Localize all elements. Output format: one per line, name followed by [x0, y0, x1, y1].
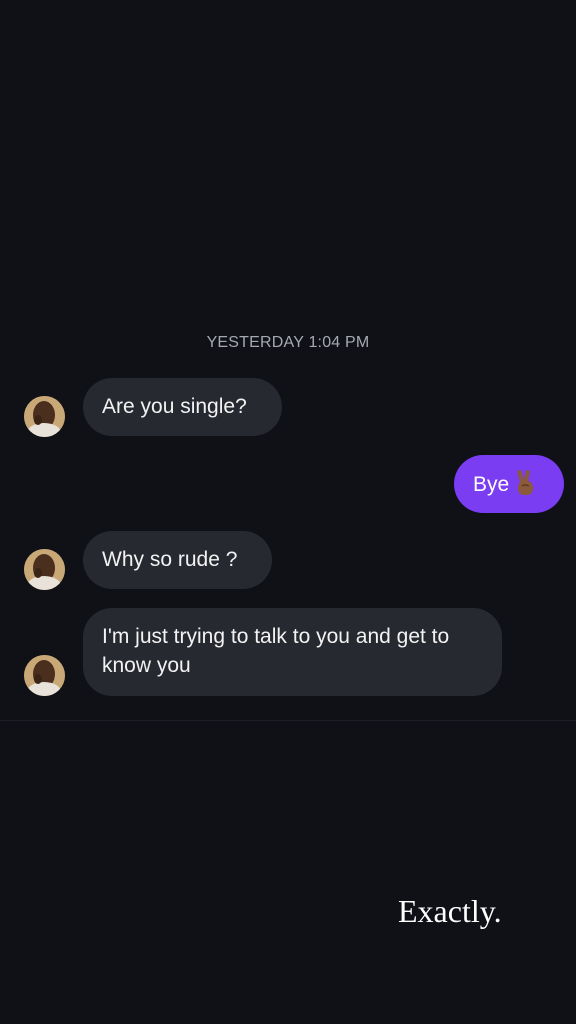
chat-timestamp: YESTERDAY 1:04 PM [206, 334, 370, 351]
avatar-photo [24, 655, 65, 696]
message-bubble-received[interactable]: I'm just trying to talk to you and get t… [83, 608, 502, 696]
divider [0, 720, 576, 721]
message-bubble-received[interactable]: Are you single? [83, 378, 282, 436]
message-bubble-sent[interactable]: Bye [454, 455, 564, 513]
message-bubble-received[interactable]: Why so rude ? [83, 531, 272, 589]
avatar-photo [24, 396, 65, 437]
contact-avatar[interactable] [24, 396, 65, 437]
message-text: Are you single? [102, 395, 247, 418]
message-text: Why so rude ? [102, 548, 238, 571]
avatar-photo [24, 549, 65, 590]
contact-avatar[interactable] [24, 549, 65, 590]
contact-avatar[interactable] [24, 655, 65, 696]
victory-hand-icon [513, 469, 539, 499]
caption-text: Exactly. [398, 893, 502, 929]
message-text: I'm just trying to talk to you and get t… [102, 625, 450, 677]
message-text: Bye [473, 472, 510, 496]
